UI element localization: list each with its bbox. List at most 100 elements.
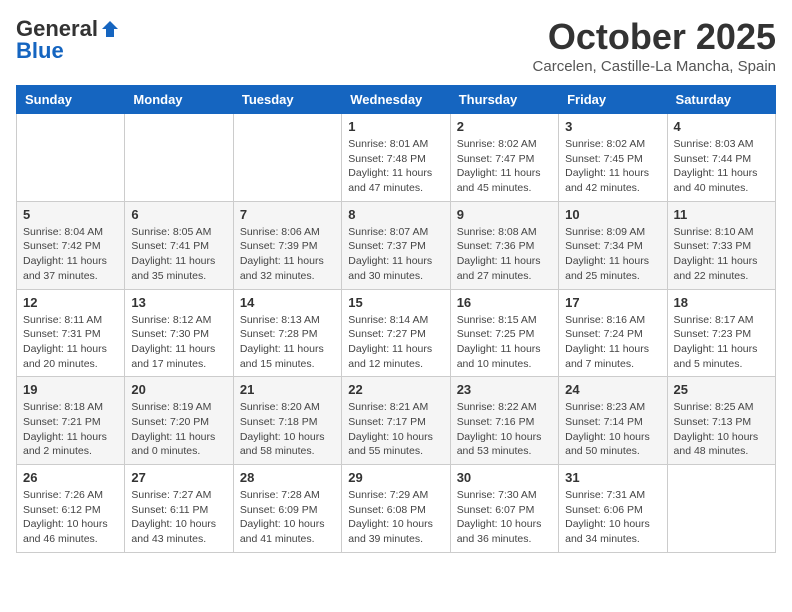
day-number: 23 [457, 382, 552, 397]
logo-icon [100, 19, 120, 39]
calendar-cell: 20 Sunrise: 8:19 AM Sunset: 7:20 PM Dayli… [125, 377, 233, 465]
day-number: 13 [131, 295, 226, 310]
day-number: 28 [240, 470, 335, 485]
day-number: 8 [348, 207, 443, 222]
logo: General Blue [16, 16, 120, 64]
calendar-cell: 31 Sunrise: 7:31 AM Sunset: 6:06 PM Dayli… [559, 465, 667, 553]
day-number: 1 [348, 119, 443, 134]
calendar-cell: 19Sunrise: 8:18 AM Sunset: 7:21 PM Dayli… [17, 377, 125, 465]
day-number: 9 [457, 207, 552, 222]
calendar-cell: 4 Sunrise: 8:03 AM Sunset: 7:44 PM Daylig… [667, 114, 775, 202]
day-info: Sunrise: 8:01 AM Sunset: 7:48 PM Dayligh… [348, 137, 443, 196]
logo-blue-text: Blue [16, 38, 64, 64]
day-number: 20 [131, 382, 226, 397]
day-number: 31 [565, 470, 660, 485]
weekday-header-wednesday: Wednesday [342, 86, 450, 114]
day-info: Sunrise: 8:10 AM Sunset: 7:33 PM Dayligh… [674, 225, 769, 284]
day-info: Sunrise: 8:19 AM Sunset: 7:20 PM Dayligh… [131, 400, 226, 459]
calendar-cell: 2 Sunrise: 8:02 AM Sunset: 7:47 PM Daylig… [450, 114, 558, 202]
day-info: Sunrise: 8:22 AM Sunset: 7:16 PM Dayligh… [457, 400, 552, 459]
day-number: 24 [565, 382, 660, 397]
day-info: Sunrise: 8:08 AM Sunset: 7:36 PM Dayligh… [457, 225, 552, 284]
day-info: Sunrise: 8:06 AM Sunset: 7:39 PM Dayligh… [240, 225, 335, 284]
calendar-cell: 15 Sunrise: 8:14 AM Sunset: 7:27 PM Dayli… [342, 289, 450, 377]
day-info: Sunrise: 8:11 AM Sunset: 7:31 PM Dayligh… [23, 313, 118, 372]
calendar-week-row: 5Sunrise: 8:04 AM Sunset: 7:42 PM Daylig… [17, 201, 776, 289]
month-title: October 2025 [533, 16, 776, 58]
calendar-cell: 8 Sunrise: 8:07 AM Sunset: 7:37 PM Daylig… [342, 201, 450, 289]
day-number: 30 [457, 470, 552, 485]
day-info: Sunrise: 8:16 AM Sunset: 7:24 PM Dayligh… [565, 313, 660, 372]
day-info: Sunrise: 7:27 AM Sunset: 6:11 PM Dayligh… [131, 488, 226, 547]
day-info: Sunrise: 8:21 AM Sunset: 7:17 PM Dayligh… [348, 400, 443, 459]
weekday-header-sunday: Sunday [17, 86, 125, 114]
day-info: Sunrise: 8:09 AM Sunset: 7:34 PM Dayligh… [565, 225, 660, 284]
calendar-cell: 9 Sunrise: 8:08 AM Sunset: 7:36 PM Daylig… [450, 201, 558, 289]
day-number: 22 [348, 382, 443, 397]
calendar-cell [125, 114, 233, 202]
day-info: Sunrise: 8:13 AM Sunset: 7:28 PM Dayligh… [240, 313, 335, 372]
calendar-cell: 6Sunrise: 8:05 AM Sunset: 7:41 PM Daylig… [125, 201, 233, 289]
calendar-table: SundayMondayTuesdayWednesdayThursdayFrid… [16, 85, 776, 553]
day-info: Sunrise: 8:14 AM Sunset: 7:27 PM Dayligh… [348, 313, 443, 372]
calendar-cell: 1 Sunrise: 8:01 AM Sunset: 7:48 PM Daylig… [342, 114, 450, 202]
day-number: 4 [674, 119, 769, 134]
title-section: October 2025 Carcelen, Castille-La Manch… [533, 16, 776, 75]
calendar-cell: 5Sunrise: 8:04 AM Sunset: 7:42 PM Daylig… [17, 201, 125, 289]
calendar-week-row: 1 Sunrise: 8:01 AM Sunset: 7:48 PM Daylig… [17, 114, 776, 202]
day-number: 3 [565, 119, 660, 134]
calendar-cell: 11 Sunrise: 8:10 AM Sunset: 7:33 PM Dayli… [667, 201, 775, 289]
calendar-cell: 10Sunrise: 8:09 AM Sunset: 7:34 PM Dayli… [559, 201, 667, 289]
calendar-cell: 25 Sunrise: 8:25 AM Sunset: 7:13 PM Dayli… [667, 377, 775, 465]
day-info: Sunrise: 8:05 AM Sunset: 7:41 PM Dayligh… [131, 225, 226, 284]
day-number: 14 [240, 295, 335, 310]
calendar-week-row: 19Sunrise: 8:18 AM Sunset: 7:21 PM Dayli… [17, 377, 776, 465]
day-info: Sunrise: 8:20 AM Sunset: 7:18 PM Dayligh… [240, 400, 335, 459]
day-info: Sunrise: 8:25 AM Sunset: 7:13 PM Dayligh… [674, 400, 769, 459]
day-number: 16 [457, 295, 552, 310]
day-number: 2 [457, 119, 552, 134]
calendar-week-row: 12 Sunrise: 8:11 AM Sunset: 7:31 PM Dayli… [17, 289, 776, 377]
day-info: Sunrise: 8:07 AM Sunset: 7:37 PM Dayligh… [348, 225, 443, 284]
calendar-cell: 27Sunrise: 7:27 AM Sunset: 6:11 PM Dayli… [125, 465, 233, 553]
day-number: 25 [674, 382, 769, 397]
location-subtitle: Carcelen, Castille-La Mancha, Spain [533, 58, 776, 75]
calendar-cell [233, 114, 341, 202]
weekday-header-monday: Monday [125, 86, 233, 114]
calendar-week-row: 26Sunrise: 7:26 AM Sunset: 6:12 PM Dayli… [17, 465, 776, 553]
weekday-header-friday: Friday [559, 86, 667, 114]
day-number: 17 [565, 295, 660, 310]
calendar-cell: 30 Sunrise: 7:30 AM Sunset: 6:07 PM Dayli… [450, 465, 558, 553]
day-info: Sunrise: 8:12 AM Sunset: 7:30 PM Dayligh… [131, 313, 226, 372]
calendar-cell [667, 465, 775, 553]
day-info: Sunrise: 8:04 AM Sunset: 7:42 PM Dayligh… [23, 225, 118, 284]
day-info: Sunrise: 8:02 AM Sunset: 7:45 PM Dayligh… [565, 137, 660, 196]
calendar-cell: 22 Sunrise: 8:21 AM Sunset: 7:17 PM Dayli… [342, 377, 450, 465]
day-number: 29 [348, 470, 443, 485]
day-info: Sunrise: 7:31 AM Sunset: 6:06 PM Dayligh… [565, 488, 660, 547]
calendar-cell: 17 Sunrise: 8:16 AM Sunset: 7:24 PM Dayli… [559, 289, 667, 377]
day-number: 18 [674, 295, 769, 310]
weekday-header-row: SundayMondayTuesdayWednesdayThursdayFrid… [17, 86, 776, 114]
calendar-cell: 3 Sunrise: 8:02 AM Sunset: 7:45 PM Daylig… [559, 114, 667, 202]
day-info: Sunrise: 8:23 AM Sunset: 7:14 PM Dayligh… [565, 400, 660, 459]
calendar-cell: 7 Sunrise: 8:06 AM Sunset: 7:39 PM Daylig… [233, 201, 341, 289]
calendar-cell: 29Sunrise: 7:29 AM Sunset: 6:08 PM Dayli… [342, 465, 450, 553]
day-info: Sunrise: 8:03 AM Sunset: 7:44 PM Dayligh… [674, 137, 769, 196]
weekday-header-thursday: Thursday [450, 86, 558, 114]
day-number: 21 [240, 382, 335, 397]
calendar-cell: 26Sunrise: 7:26 AM Sunset: 6:12 PM Dayli… [17, 465, 125, 553]
day-info: Sunrise: 7:26 AM Sunset: 6:12 PM Dayligh… [23, 488, 118, 547]
day-info: Sunrise: 8:02 AM Sunset: 7:47 PM Dayligh… [457, 137, 552, 196]
day-number: 7 [240, 207, 335, 222]
day-number: 12 [23, 295, 118, 310]
weekday-header-tuesday: Tuesday [233, 86, 341, 114]
calendar-cell: 21 Sunrise: 8:20 AM Sunset: 7:18 PM Dayli… [233, 377, 341, 465]
day-number: 11 [674, 207, 769, 222]
day-info: Sunrise: 7:30 AM Sunset: 6:07 PM Dayligh… [457, 488, 552, 547]
day-info: Sunrise: 8:17 AM Sunset: 7:23 PM Dayligh… [674, 313, 769, 372]
calendar-cell: 18 Sunrise: 8:17 AM Sunset: 7:23 PM Dayli… [667, 289, 775, 377]
day-number: 15 [348, 295, 443, 310]
day-info: Sunrise: 7:28 AM Sunset: 6:09 PM Dayligh… [240, 488, 335, 547]
calendar-cell: 16Sunrise: 8:15 AM Sunset: 7:25 PM Dayli… [450, 289, 558, 377]
